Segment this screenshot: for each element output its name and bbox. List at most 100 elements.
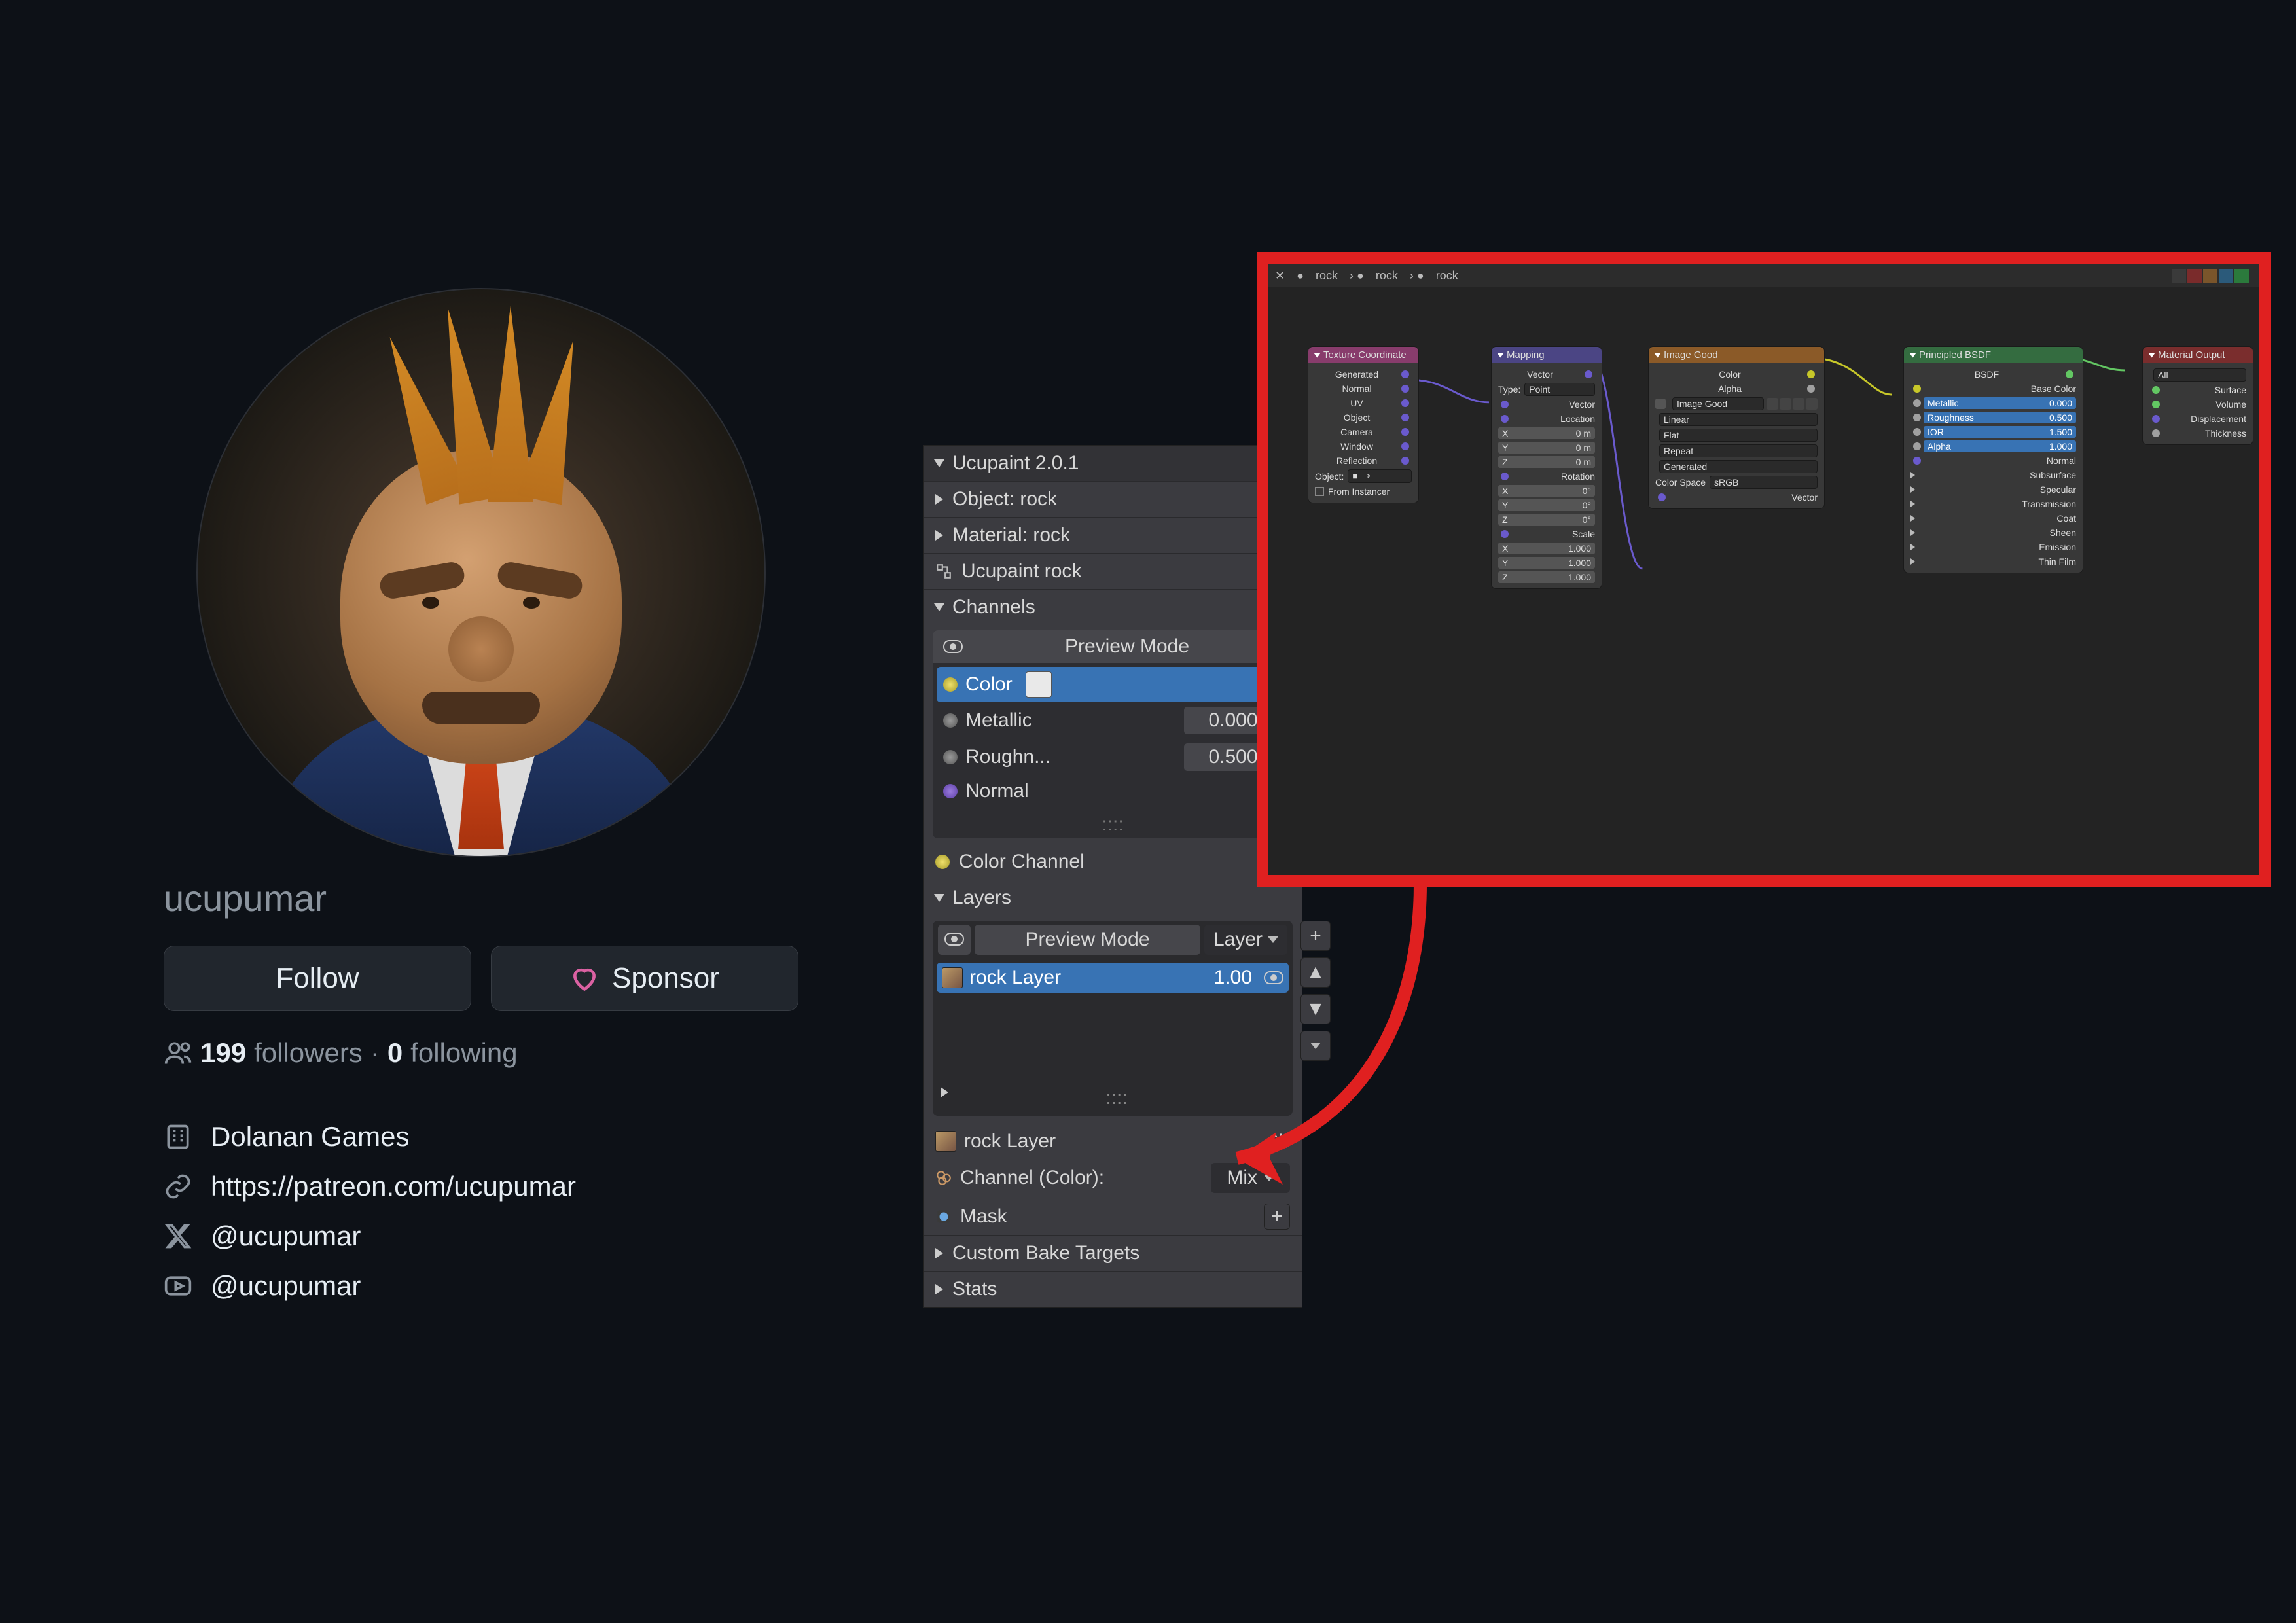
open-image-icon[interactable] bbox=[1780, 398, 1791, 410]
profile-card: ucupumar Follow Sponsor 199 followers · … bbox=[164, 288, 798, 1320]
channel-mix-row: Channel (Color): Mix bbox=[924, 1158, 1302, 1198]
channel-color[interactable]: Color bbox=[937, 667, 1289, 702]
follow-button[interactable]: Follow bbox=[164, 946, 471, 1011]
mapping-type-dropdown[interactable]: Point bbox=[1524, 383, 1595, 396]
x-row[interactable]: @ucupumar bbox=[164, 1221, 798, 1252]
chevron-right-icon bbox=[935, 1284, 943, 1294]
heart-icon bbox=[570, 964, 599, 993]
add-mask-button[interactable]: + bbox=[1264, 1204, 1290, 1230]
x-icon bbox=[164, 1222, 192, 1251]
node-material-output[interactable]: Material Output All Surface Volume Displ… bbox=[2142, 346, 2253, 445]
building-icon bbox=[164, 1122, 192, 1151]
output-target-dropdown[interactable]: All bbox=[2153, 368, 2246, 382]
channel-icon bbox=[935, 1169, 952, 1186]
chevron-down-icon bbox=[934, 603, 944, 611]
breadcrumb[interactable]: rock bbox=[1316, 269, 1338, 283]
object-picker[interactable]: ■ ⌖ bbox=[1348, 469, 1412, 483]
eye-icon bbox=[944, 933, 964, 946]
youtube-row[interactable]: @ucupumar bbox=[164, 1270, 798, 1302]
root-row[interactable]: Ucupaint rock bbox=[924, 553, 1302, 589]
channel-roughness[interactable]: Roughn... 0.500 bbox=[937, 739, 1289, 776]
color-dot-icon bbox=[935, 855, 950, 869]
node-texture-coordinate[interactable]: Texture Coordinate Generated Normal UV O… bbox=[1308, 346, 1419, 503]
close-icon[interactable]: ✕ bbox=[1275, 269, 1285, 283]
user-count-icon[interactable] bbox=[1767, 398, 1778, 410]
chevron-right-icon bbox=[935, 530, 943, 541]
mask-row: Mask + bbox=[924, 1198, 1302, 1235]
gear-icon[interactable] bbox=[1272, 1132, 1290, 1150]
breadcrumb[interactable]: rock bbox=[1376, 269, 1398, 283]
color-channel-row[interactable]: Color Channel bbox=[924, 844, 1302, 880]
mask-icon bbox=[935, 1208, 952, 1225]
chevron-right-icon[interactable] bbox=[941, 1087, 948, 1097]
color-swatch[interactable] bbox=[1026, 671, 1052, 698]
eye-icon bbox=[943, 640, 963, 653]
node-editor-screenshot: ✕ ●rock › ●rock › ●rock Texture Coordina… bbox=[1257, 252, 2271, 887]
username: ucupumar bbox=[164, 877, 798, 919]
panel-title: Ucupaint 2.0.1 bbox=[952, 452, 1079, 474]
new-image-icon[interactable] bbox=[1793, 398, 1804, 410]
channel-normal[interactable]: Normal bbox=[937, 776, 1289, 807]
ucupaint-panel: Ucupaint 2.0.1 Object: rock Material: ro… bbox=[923, 445, 1302, 1308]
layer-eye-toggle[interactable] bbox=[938, 925, 971, 955]
panel-title-row[interactable]: Ucupaint 2.0.1 bbox=[924, 446, 1302, 481]
link-icon bbox=[164, 1172, 192, 1201]
extension-dropdown[interactable]: Repeat bbox=[1659, 444, 1818, 457]
layer-thumb-icon bbox=[942, 967, 963, 988]
colorspace-dropdown[interactable]: sRGB bbox=[1710, 476, 1818, 489]
layers-box: Preview Mode Layer rock Layer 1.00 :::: … bbox=[933, 921, 1293, 1116]
node-tree-icon bbox=[935, 563, 952, 580]
layers-header[interactable]: Layers bbox=[924, 880, 1302, 916]
eye-icon[interactable] bbox=[1264, 971, 1283, 984]
following-count: 0 bbox=[387, 1037, 403, 1069]
channels-preview-header[interactable]: Preview Mode bbox=[933, 630, 1293, 663]
value-dot-icon bbox=[943, 713, 958, 728]
people-icon bbox=[164, 1039, 192, 1067]
chevron-down-icon bbox=[1268, 936, 1278, 943]
sponsor-label: Sponsor bbox=[612, 962, 719, 995]
add-layer-button[interactable]: + bbox=[1300, 921, 1331, 951]
following-label: following bbox=[410, 1037, 517, 1069]
object-row[interactable]: Object: rock bbox=[924, 481, 1302, 517]
color-dot-icon bbox=[943, 677, 958, 692]
source-dropdown[interactable]: Generated bbox=[1659, 460, 1818, 473]
node-mapping[interactable]: Mapping Vector Type:Point Vector Locatio… bbox=[1491, 346, 1602, 589]
node-image-texture[interactable]: Image Good Color Alpha Image Good Linear… bbox=[1648, 346, 1825, 509]
move-up-button[interactable]: ▲ bbox=[1300, 957, 1331, 988]
image-icon bbox=[1655, 399, 1666, 409]
breadcrumb[interactable]: rock bbox=[1436, 269, 1458, 283]
sponsor-button[interactable]: Sponsor bbox=[491, 946, 798, 1011]
normal-dot-icon bbox=[943, 784, 958, 798]
youtube-icon bbox=[164, 1272, 192, 1300]
channels-box: Preview Mode Color Metallic 0.000 Roughn… bbox=[933, 630, 1293, 838]
node-principled-bsdf[interactable]: Principled BSDF BSDF Base Color Metallic… bbox=[1903, 346, 2083, 573]
move-down-button[interactable]: ▼ bbox=[1300, 994, 1331, 1024]
layer-item[interactable]: rock Layer 1.00 bbox=[937, 963, 1289, 993]
chevron-down-icon bbox=[1310, 1043, 1321, 1049]
layer-thumb-icon bbox=[935, 1131, 956, 1152]
channel-metallic[interactable]: Metallic 0.000 bbox=[937, 702, 1289, 739]
chevron-down-icon bbox=[934, 459, 944, 467]
channels-header[interactable]: Channels bbox=[924, 589, 1302, 625]
website-row[interactable]: https://patreon.com/ucupumar bbox=[164, 1171, 798, 1202]
interpolation-dropdown[interactable]: Linear bbox=[1659, 413, 1818, 426]
chevron-down-icon bbox=[1264, 1175, 1274, 1181]
unlink-image-icon[interactable] bbox=[1806, 398, 1818, 410]
layer-menu-button[interactable] bbox=[1300, 1031, 1331, 1061]
image-name-field[interactable]: Image Good bbox=[1672, 397, 1764, 410]
follow-stats[interactable]: 199 followers · 0 following bbox=[164, 1037, 798, 1069]
render-mode-switch[interactable] bbox=[2172, 269, 2249, 283]
followers-count: 199 bbox=[200, 1037, 246, 1069]
active-layer-row: rock Layer bbox=[924, 1125, 1302, 1158]
avatar[interactable] bbox=[196, 288, 766, 857]
org-row: Dolanan Games bbox=[164, 1121, 798, 1152]
layer-mode-dropdown[interactable]: Layer bbox=[1204, 925, 1287, 955]
material-row[interactable]: Material: rock bbox=[924, 517, 1302, 553]
follow-label: Follow bbox=[276, 962, 359, 995]
chevron-right-icon bbox=[935, 1248, 943, 1258]
mix-mode-dropdown[interactable]: Mix bbox=[1211, 1163, 1290, 1193]
bake-row[interactable]: Custom Bake Targets bbox=[924, 1235, 1302, 1271]
projection-dropdown[interactable]: Flat bbox=[1659, 429, 1818, 442]
layer-preview-mode[interactable]: Preview Mode bbox=[975, 925, 1200, 955]
stats-row[interactable]: Stats bbox=[924, 1271, 1302, 1307]
